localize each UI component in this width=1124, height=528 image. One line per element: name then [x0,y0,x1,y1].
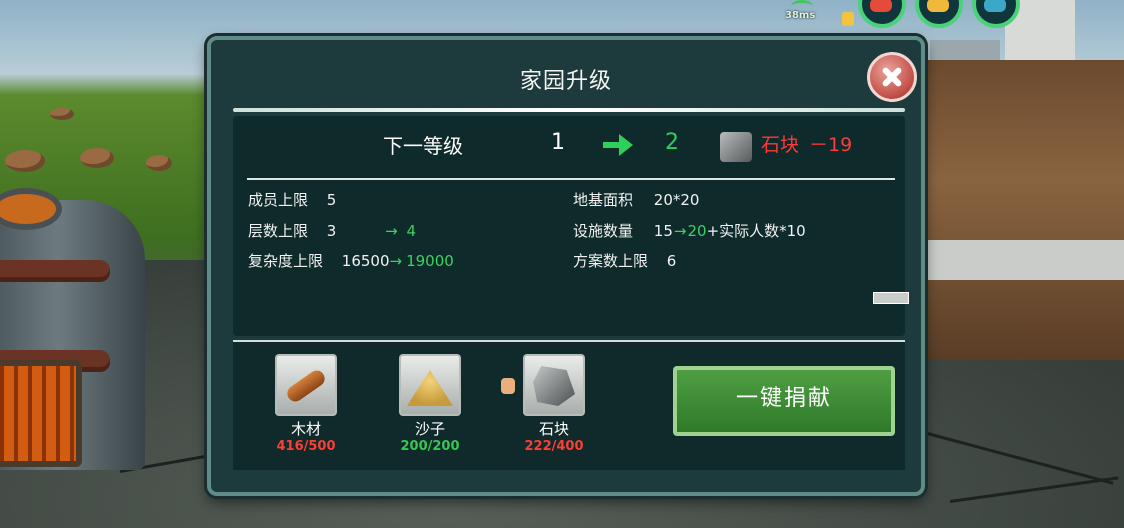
resource-name: 木材 [290,420,321,438]
foundation-area-stat: 地基面积 20*20 [573,189,699,210]
furnace-vent [0,188,62,230]
stat-label: 成员上限 [248,191,309,209]
arrow-right-icon: → [385,222,398,240]
stat-label: 方案数上限 [573,252,649,270]
stat-value: 5 [326,191,337,209]
notification-badge [842,12,854,26]
background-building-base [914,240,1124,280]
blueprint-icon[interactable] [873,292,909,304]
furnace-decoration [0,188,145,470]
home-upgrade-dialog: 家园升级 下一等级 1 2 石块 －19 成员上限 5 层数上限 3 → 4 复杂… [207,36,925,496]
food-icon [927,0,949,12]
heart-icon [870,0,892,12]
stat-label: 地基面积 [573,191,634,209]
resource-stone[interactable]: 石块 222/400 [509,354,599,454]
stat-value: 6 [666,252,677,270]
ping-readout: 38ms [785,10,816,21]
title-divider [233,108,905,112]
stat-value: 15 [653,222,673,240]
resource-count: 416/500 [276,439,336,454]
furnace-door [0,360,82,467]
facilities-stat: 设施数量 15→20+实际人数*10 [573,220,806,241]
complexity-stat: 复杂度上限 16500→ 19000 [248,250,454,271]
cost-value: －19 [809,134,853,156]
stat-next-value: 20 [687,222,707,240]
wood-log-icon [275,354,337,416]
panel-divider [247,178,895,180]
sand-pile-icon [399,354,461,416]
arrow-right-icon [603,134,633,156]
stone-icon [523,354,585,416]
donation-bar: 木材 416/500 沙子 200/200 石块 222/400 一键捐献 [233,340,905,470]
resource-sand[interactable]: 沙子 200/200 [385,354,475,454]
stat-label: 复杂度上限 [248,252,324,270]
stat-label: 设施数量 [573,222,634,240]
next-level-label: 下一等级 [383,134,463,158]
plans-stat: 方案数上限 6 [573,250,676,271]
arrow-right-icon: → [389,252,403,270]
cost-item-name: 石块 [761,134,800,156]
dialog-title: 家园升级 [519,69,612,94]
upgrade-info-panel: 下一等级 1 2 石块 －19 成员上限 5 层数上限 3 → 4 复杂度上限 1… [233,116,909,336]
hunger-orb[interactable] [915,0,963,28]
rock-decoration [5,150,45,172]
stat-value: 20*20 [653,191,700,209]
next-level: 2 [665,130,679,155]
donate-all-button[interactable]: 一键捐献 [673,366,895,436]
resource-count: 200/200 [400,439,460,454]
resource-name: 石块 [538,420,569,438]
stat-value: 3 [326,222,337,240]
resource-name: 沙子 [414,420,445,438]
resource-wood[interactable]: 木材 416/500 [261,354,351,454]
health-orb[interactable] [858,0,906,28]
floors-stat: 层数上限 3 → 4 [248,220,416,241]
resource-count: 222/400 [524,439,584,454]
rock-decoration [146,155,172,171]
rock-decoration [50,108,74,120]
stat-value: 16500 [341,252,390,270]
stat-next-value: 4 [406,222,417,240]
stat-suffix: +实际人数*10 [706,222,806,240]
background-building [894,60,1124,360]
water-drop-icon [984,0,1006,12]
close-button[interactable] [867,52,917,102]
stone-icon [720,132,752,162]
stat-label: 层数上限 [248,222,309,240]
upgrade-cost: 石块 －19 [761,130,852,160]
arrow-right-icon: → [673,222,687,240]
members-stat: 成员上限 5 [248,189,336,210]
furnace-band [0,260,110,282]
rock-decoration [80,148,114,168]
stat-next-value: 19000 [406,252,454,270]
current-level: 1 [551,130,565,155]
